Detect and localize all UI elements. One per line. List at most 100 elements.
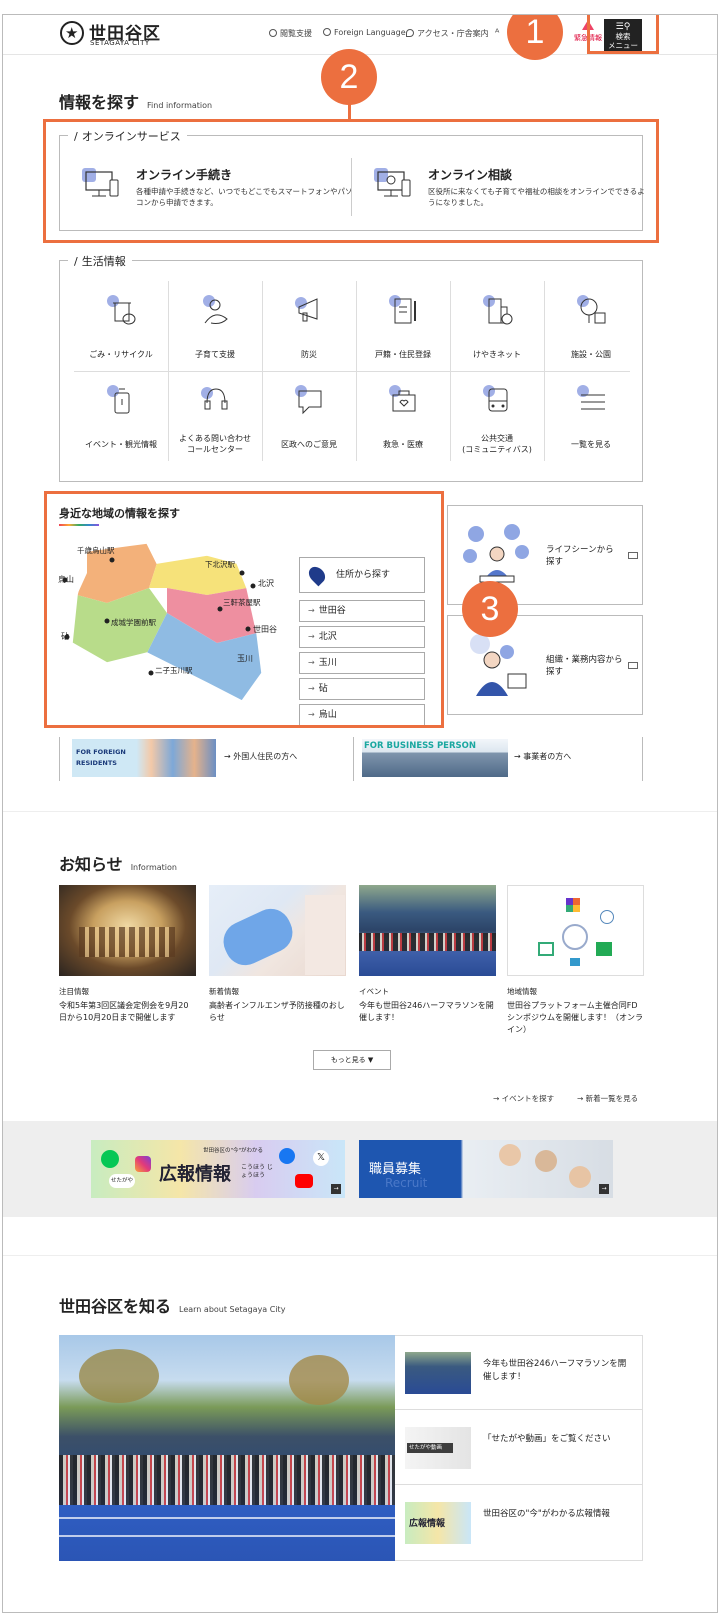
arm	[305, 895, 345, 975]
logo-blue	[570, 958, 580, 966]
life-item-registry[interactable]: 戸籍・住民登録	[356, 281, 450, 371]
learn-item-marathon[interactable]: 今年も世田谷246ハーフマラソンを開催します！	[395, 1336, 643, 1410]
news-item-title: 令和5年第3回区議会定例会を9月20日から10月20日まで開催します	[59, 1001, 189, 1022]
browser-page: 世田谷区 SETAGAYA CITY 閲覧支援 Foreign Language…	[2, 14, 718, 1613]
map-label-kinuta: 砧	[61, 631, 69, 641]
life-item-childcare[interactable]: 子育て支援	[168, 281, 262, 371]
online-procedure-title: オンライン手続き	[136, 168, 233, 182]
more-button[interactable]: もっと見る ▼	[313, 1050, 391, 1070]
menu-label-1: 検索	[615, 32, 631, 41]
section-divider	[3, 811, 717, 812]
business-link[interactable]: → 事業者の方へ	[514, 751, 571, 762]
foreign-residents-banner[interactable]: FOR FOREIGN RESIDENTS → 外国人住民の方へ	[59, 737, 303, 781]
banner-image-text: FOR FOREIGN	[76, 748, 126, 756]
nav-access[interactable]: アクセス・庁舎案内	[406, 28, 489, 39]
learn-thumb: せたがや動画	[405, 1427, 471, 1469]
emergency-button[interactable]: 緊急情報	[570, 20, 606, 50]
life-item-facilities[interactable]: 施設・公園	[544, 281, 638, 371]
life-item-medical[interactable]: 救急・医療	[356, 371, 450, 461]
more-label: もっと見る	[330, 1056, 366, 1064]
window-icon	[628, 552, 638, 559]
life-item-events[interactable]: イベント・観光情報	[74, 371, 168, 461]
life-item-view-all[interactable]: 一覧を見る	[544, 371, 638, 461]
arrow-icon: →	[308, 632, 315, 641]
map-label-karasuyama: 烏山	[58, 574, 74, 584]
district-link-karasuyama[interactable]: → 烏山	[299, 704, 425, 726]
nav-accessibility[interactable]: 閲覧支援	[269, 28, 312, 39]
district-label: 世田谷	[318, 606, 346, 616]
life-item-disaster[interactable]: 防災	[262, 281, 356, 371]
recruit-banner[interactable]: 職員募集 Recruit →	[359, 1140, 613, 1198]
news-category: 地域情報	[507, 987, 537, 996]
card-line-1: ライフシーンから	[546, 545, 614, 555]
external-link-icon: →	[331, 1184, 341, 1194]
instagram-icon	[135, 1156, 151, 1172]
learn-main-image[interactable]	[59, 1335, 395, 1561]
life-item-keyakinet[interactable]: けやきネット	[450, 281, 544, 371]
district-link-tamagawa[interactable]: → 玉川	[299, 652, 425, 674]
headset-icon	[201, 387, 228, 410]
x-icon: 𝕏	[313, 1150, 329, 1166]
learn-thumb	[405, 1352, 471, 1394]
news-list-link[interactable]: → 新着一覧を見る	[577, 1093, 638, 1104]
life-item-callcenter[interactable]: よくある問い合わせ コールセンター	[168, 371, 262, 461]
district-link-kinuta[interactable]: → 砧	[299, 678, 425, 700]
label-line-2: (コミュニティバス)	[462, 445, 532, 454]
find-info-title: 情報を探す	[59, 93, 140, 112]
logo-green	[538, 942, 554, 956]
address-search-button[interactable]: 住所から探す	[299, 557, 425, 593]
map-label-sangenjaya: 三軒茶屋駅	[223, 597, 261, 607]
kouhou-banner[interactable]: せたがや 世田谷区の"今"がわかる 広報情報 こうほう じょうほう 𝕏 →	[91, 1140, 345, 1198]
online-consultation-title: オンライン相談	[428, 168, 513, 182]
business-banner[interactable]: FOR BUSINESS PERSON → 事業者の方へ	[353, 737, 643, 781]
nav-foreign-language[interactable]: Foreign Language	[323, 28, 406, 37]
life-info-grid: ごみ・リサイクル 子育て支援 防災 戸籍・住民登録 けやきネット 施設・公園 イ…	[74, 281, 630, 461]
area-info-title: 身近な地域の情報を探す	[59, 507, 180, 520]
learn-item-kouhou[interactable]: 広報情報 世田谷区の"今"がわかる広報情報	[395, 1486, 643, 1560]
kouhou-title: 広報情報	[159, 1164, 231, 1185]
online-procedure-desc: 各種申請や手続きなど、いつでもどこでもスマートフォンやパソコンから申請できます。	[136, 187, 353, 207]
life-item-transport[interactable]: 公共交通 (コミュニティバス)	[450, 371, 544, 461]
foreign-residents-image: FOR FOREIGN RESIDENTS	[72, 739, 216, 777]
baby-icon	[203, 295, 228, 324]
learn-item-text: 今年も世田谷246ハーフマラソンを開催します！	[483, 1359, 627, 1382]
online-consultation-link[interactable]: オンライン相談 区役所に来なくても子育てや福祉の相談をオンラインでできるようにな…	[372, 166, 645, 216]
life-info-panel: / 生活情報 ごみ・リサイクル 子育て支援 防災 戸籍・住民登録 けやきネット …	[59, 253, 643, 482]
search-menu-button[interactable]: ☰⚲ 検索 メニュー	[604, 19, 642, 51]
staff-photo	[499, 1144, 521, 1166]
card-line-2: 探す	[546, 667, 564, 677]
link-label: イベントを探す	[501, 1094, 555, 1103]
list-icon	[577, 385, 605, 410]
tree-icon	[577, 295, 606, 324]
learn-thumb: 広報情報	[405, 1502, 471, 1544]
life-item-label: イベント・観光情報	[85, 440, 157, 449]
learn-item-text: 「せたがや動画」をご覧ください	[483, 1434, 611, 1444]
recruit-en: Recruit	[385, 1176, 428, 1190]
translate-icon[interactable]: ᴬ	[495, 28, 499, 39]
line-icon	[101, 1150, 119, 1168]
online-procedure-link[interactable]: オンライン手続き 各種申請や手続きなど、いつでもどこでもスマートフォンやパソコン…	[80, 166, 353, 216]
section-divider	[3, 1255, 717, 1256]
district-label: 北沢	[318, 632, 337, 642]
learn-item-text: 世田谷区の"今"がわかる広報情報	[483, 1509, 610, 1519]
luggage-icon	[107, 385, 130, 414]
emergency-label: 緊急情報	[574, 34, 602, 42]
news-item-title: 世田谷プラットフォーム主催合同FDシンポジウムを開催します！（オンライン）	[507, 1001, 643, 1034]
organization-title: 組織・業務内容から 探す	[546, 654, 623, 678]
online-consultation-desc: 区役所に来なくても子育てや福祉の相談をオンラインでできるようになりました。	[428, 187, 645, 207]
megaphone-icon	[295, 297, 318, 322]
city-emblem-icon[interactable]	[60, 21, 84, 45]
learn-item-video[interactable]: せたがや動画 「せたがや動画」をご覧ください	[395, 1411, 643, 1485]
site-header: 世田谷区 SETAGAYA CITY 閲覧支援 Foreign Language…	[3, 15, 717, 55]
district-link-setagaya[interactable]: → 世田谷	[299, 600, 425, 622]
district-map[interactable]: 千歳烏山駅 烏山 下北沢駅 北沢 三軒茶屋駅 世田谷 成城学園前駅 砧 玉川 二…	[57, 533, 297, 703]
district-link-kitazawa[interactable]: → 北沢	[299, 626, 425, 648]
life-item-garbage[interactable]: ごみ・リサイクル	[74, 281, 168, 371]
map-label-futako: 二子玉川駅	[155, 666, 193, 675]
computer-phone-icon	[82, 168, 119, 197]
find-events-link[interactable]: → イベントを探す	[493, 1093, 554, 1104]
news-item-title: 高齢者インフルエンザ予防接種のおしらせ	[209, 1001, 345, 1022]
nav-label: Foreign Language	[334, 28, 406, 37]
life-item-opinion[interactable]: 区政へのご意見	[262, 371, 356, 461]
foreign-residents-link[interactable]: → 外国人住民の方へ	[224, 751, 297, 762]
